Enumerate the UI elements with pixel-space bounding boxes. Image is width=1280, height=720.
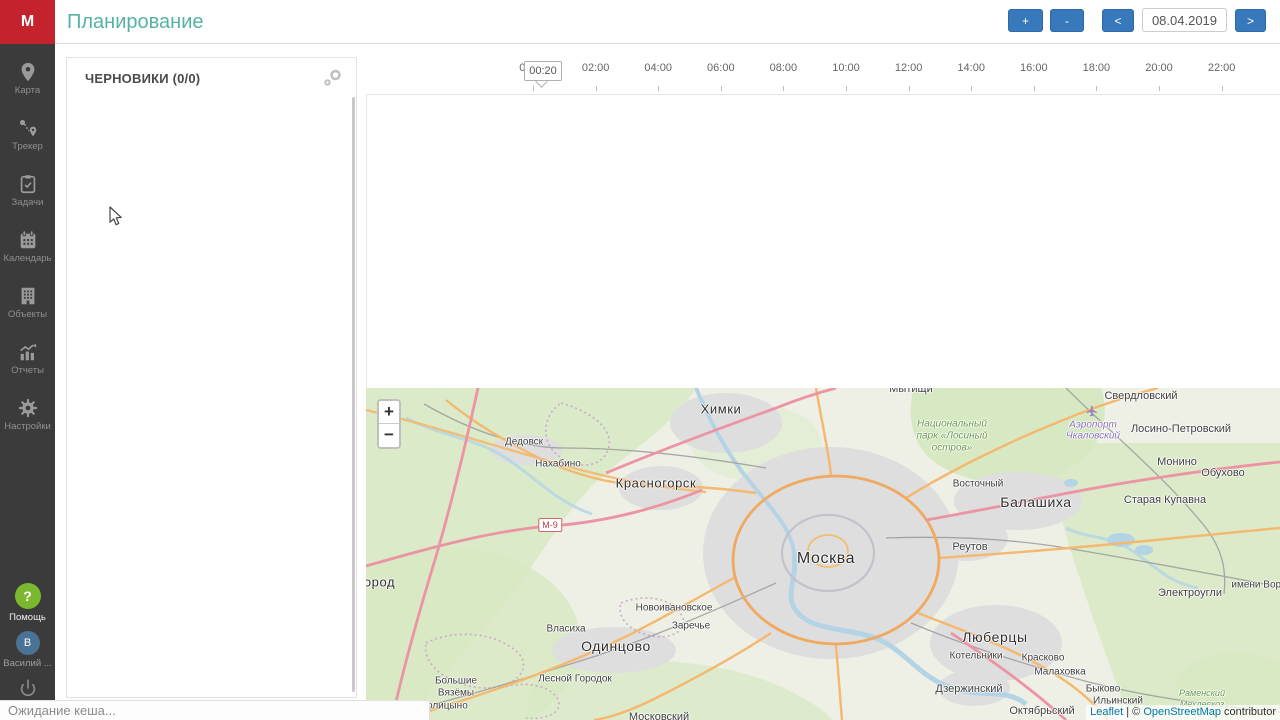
sidebar-item-help[interactable]: ? Помощь (0, 583, 55, 623)
airport-icon (1086, 405, 1099, 418)
map-label: Красногорск (615, 475, 697, 491)
user-avatar: В (15, 631, 40, 655)
map-label: Люберцы (962, 629, 1028, 645)
map-label: Свердловский (1104, 390, 1178, 402)
map-label: Раменский (1179, 688, 1225, 698)
sidebar-item-label: Задачи (11, 196, 44, 208)
sidebar-item-map[interactable]: Карта (0, 50, 55, 106)
tasks-icon (17, 173, 39, 195)
sidebar-item-calendar[interactable]: Календарь (0, 218, 55, 274)
map-zoom-control: + − (377, 399, 401, 449)
drafts-panel: ЧЕРНОВИКИ (0/0) (66, 57, 357, 698)
sidebar-item-label: Отчеты (11, 364, 44, 376)
map-label: Лесной Городок (538, 673, 612, 685)
sidebar-item-label: Объекты (7, 308, 48, 320)
map-label: Национальный (917, 418, 987, 430)
user-label: Василий ... (3, 658, 52, 669)
zoom-in-button[interactable]: + (1008, 9, 1043, 32)
map-label: Старая Купавна (1123, 494, 1207, 506)
map-label: Быково (1085, 683, 1121, 695)
map-label: Нахабино (535, 458, 581, 470)
map-label: Восточный (952, 478, 1004, 490)
sidebar: M Карта Трекер Задачи Календарь Объекты (0, 0, 55, 720)
map-label: Октябрьский (1009, 705, 1075, 717)
prev-day-button[interactable]: < (1102, 9, 1134, 32)
map-zoom-in-button[interactable]: + (379, 401, 399, 424)
map-label: парк «Лосиный (916, 430, 988, 442)
gear-icon (17, 397, 39, 419)
map-label: Большие (434, 675, 478, 687)
date-input[interactable] (1142, 8, 1227, 32)
app-window: M Карта Трекер Задачи Календарь Объекты (0, 0, 1280, 720)
map-label: Мытищи (889, 388, 933, 395)
map-pin-icon (17, 61, 39, 83)
drafts-panel-title: ЧЕРНОВИКИ (0/0) (85, 71, 201, 86)
map-label: Дедовск (504, 436, 544, 448)
sidebar-nav: Карта Трекер Задачи Календарь Объекты От… (0, 50, 55, 442)
leaflet-link[interactable]: Leaflet (1090, 706, 1123, 718)
map-label: Красково (1021, 652, 1065, 664)
map-label: Москва (796, 550, 856, 567)
sidebar-item-label: Календарь (3, 252, 52, 264)
map-label: Электроугли (1158, 587, 1222, 599)
attribution-suffix: contributor (1220, 706, 1276, 718)
sidebar-item-label: Трекер (12, 140, 43, 152)
drafts-settings-icon[interactable] (320, 66, 344, 90)
time-marker: 00:20 (524, 61, 562, 81)
map-label: Монино (1157, 456, 1197, 468)
map-attribution: Leaflet | © OpenStreetMap contributor (1086, 705, 1280, 720)
status-text: Ожидание кеша... (8, 703, 116, 718)
map-label: имени Воро (1231, 579, 1280, 591)
chart-icon (17, 341, 39, 363)
panel-timeline-divider (366, 45, 367, 388)
map-label: Одинцово (581, 638, 651, 654)
map-label: город (366, 574, 396, 590)
app-logo[interactable]: M (0, 0, 55, 44)
page-title: Планирование (67, 11, 204, 33)
drafts-scrollbar[interactable] (352, 97, 355, 692)
map-zoom-out-button[interactable]: − (379, 424, 399, 447)
map-label: Власиха (546, 623, 586, 635)
map-label: Балашиха (1000, 494, 1072, 510)
sidebar-item-objects[interactable]: Объекты (0, 274, 55, 330)
map-label: Малаховка (1034, 666, 1086, 678)
attribution-separator: | © (1123, 706, 1144, 718)
status-bar: Ожидание кеша... (0, 700, 430, 720)
sidebar-item-label: Карта (14, 84, 41, 96)
map-label: Аэропорт (1069, 419, 1117, 431)
topbar: Планирование + - < > (55, 0, 1280, 44)
map-label: Лосино-Петровский (1130, 423, 1232, 435)
sidebar-item-tracker[interactable]: Трекер (0, 106, 55, 162)
road-ref-badge: М-9 (538, 518, 562, 532)
sidebar-item-settings[interactable]: Настройки (0, 386, 55, 442)
sidebar-item-tasks[interactable]: Задачи (0, 162, 55, 218)
building-icon (17, 285, 39, 307)
map-label: Химки (700, 401, 742, 417)
timeline: 00:0002:0004:0006:0008:0010:0012:0014:00… (366, 44, 1280, 95)
map-labels: Мытищи Химки Национальный парк «Лосиный остр… (366, 388, 1280, 720)
map-label: Новоивановское (635, 602, 713, 614)
next-day-button[interactable]: > (1235, 9, 1266, 32)
sidebar-item-label: Настройки (4, 420, 51, 432)
map-label: Реутов (952, 541, 988, 553)
map-label: Котельники (949, 650, 1003, 662)
calendar-icon (17, 229, 39, 251)
map-label: Вязёмы (437, 687, 475, 699)
help-label: Помощь (9, 612, 46, 623)
map-label: Дзержинский (935, 683, 1003, 695)
route-icon (17, 117, 39, 139)
map[interactable]: Мытищи Химки Национальный парк «Лосиный остр… (366, 388, 1280, 720)
zoom-out-button[interactable]: - (1050, 9, 1084, 32)
map-label: остров» (931, 442, 973, 454)
map-label: Заречье (671, 620, 711, 632)
map-label: Чкаловский (1066, 430, 1120, 442)
osm-link[interactable]: OpenStreetMap (1143, 706, 1221, 718)
sidebar-item-reports[interactable]: Отчеты (0, 330, 55, 386)
sidebar-item-user[interactable]: В Василий ... (0, 631, 55, 669)
map-label: Московский (628, 711, 690, 720)
map-label: Обухово (1201, 467, 1245, 479)
help-icon: ? (14, 583, 41, 609)
